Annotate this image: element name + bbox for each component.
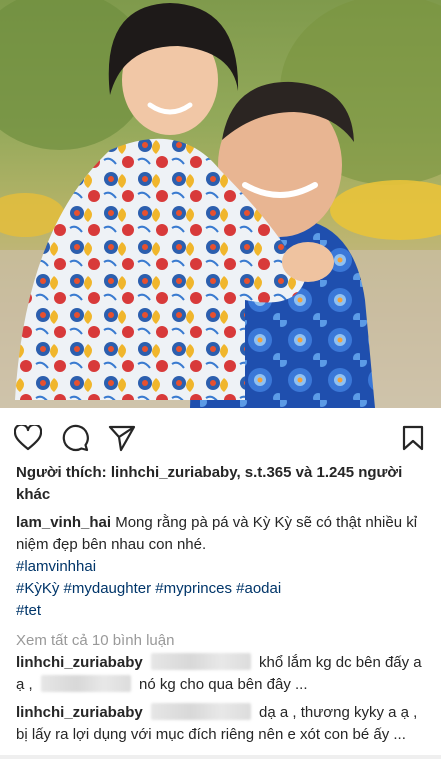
likes-line: Người thích: linhchi_zuriababy, s.t.365 … (16, 462, 426, 506)
redacted-mention (150, 653, 251, 670)
hashtag-tet[interactable]: #tet (16, 602, 41, 619)
comment-username[interactable]: linhchi_zuriababy (16, 654, 143, 671)
post-photo[interactable] (0, 0, 441, 408)
bottom-divider (0, 755, 441, 759)
comment-button[interactable] (59, 422, 91, 454)
hashtag-lamvinhhai[interactable]: #lamvinhhai (16, 558, 96, 575)
hashtag-line-2: #KỳKỳ #mydaughter #myprinces #aodai (16, 578, 426, 600)
likes-and: và (295, 464, 313, 481)
caption: lam_vinh_hai Mong rằng pà pá và Kỳ Kỳ sẽ… (16, 512, 426, 556)
comment-icon (62, 424, 89, 452)
hashtag-myprinces[interactable]: #myprinces (155, 580, 232, 597)
comment: linhchi_zuriababy dạ a , thương kyky a ạ… (16, 702, 426, 746)
save-button[interactable] (397, 422, 429, 454)
redacted-mention (40, 675, 131, 692)
like-button[interactable] (12, 422, 44, 454)
redacted-mention (150, 703, 251, 720)
hashtag-mydaughter[interactable]: #mydaughter (64, 580, 152, 597)
share-button[interactable] (106, 422, 138, 454)
hashtag-aodai[interactable]: #aodai (236, 580, 281, 597)
post-details: Người thích: linhchi_zuriababy, s.t.365 … (16, 462, 426, 746)
hashtag-line-1: #lamvinhhai (16, 556, 426, 578)
share-icon (108, 425, 136, 452)
likers-link[interactable]: linhchi_zuriababy, s.t.365 (111, 464, 292, 481)
comment-username[interactable]: linhchi_zuriababy (16, 704, 143, 721)
bookmark-icon (402, 425, 424, 451)
heart-icon (14, 425, 42, 451)
likes-others-count: 1.245 (316, 464, 355, 481)
post-action-bar (0, 408, 441, 466)
likes-prefix: Người thích: (16, 464, 107, 481)
post-photo-illustration (0, 0, 441, 408)
hashtag-line-3: #tet (16, 600, 426, 622)
hashtag-kyky[interactable]: #KỳKỳ (16, 580, 59, 597)
comment-text: nó kg cho qua bên đây ... (139, 676, 308, 693)
comment: linhchi_zuriababy khổ lắm kg dc bên đấy … (16, 652, 426, 696)
caption-username[interactable]: lam_vinh_hai (16, 514, 111, 531)
view-all-comments-link[interactable]: Xem tất cả 10 bình luận (16, 630, 426, 652)
